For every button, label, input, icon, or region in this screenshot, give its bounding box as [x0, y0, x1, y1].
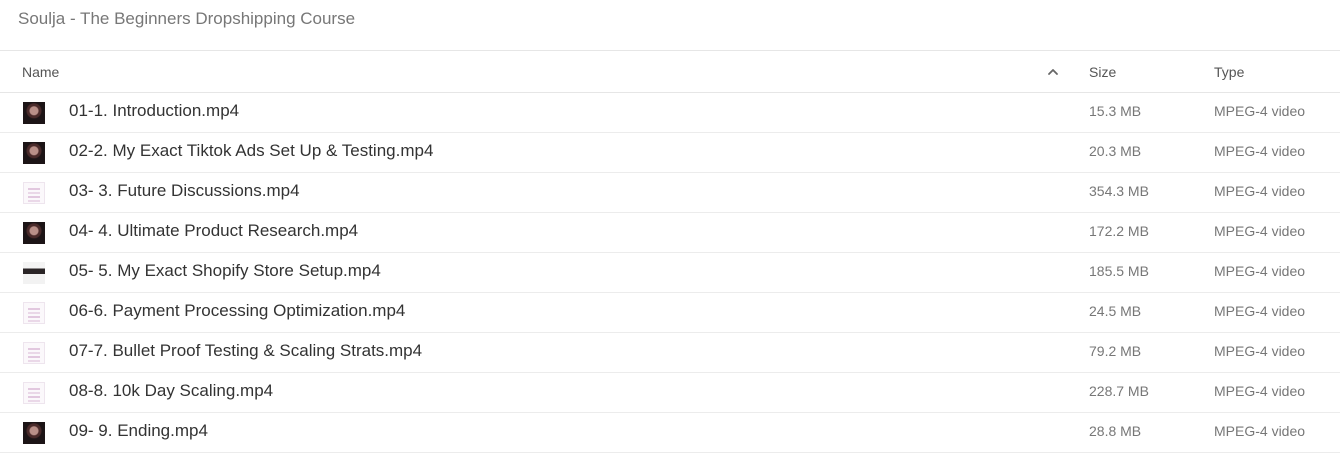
file-size: 24.5 MB — [1089, 303, 1142, 319]
file-type: MPEG-4 video — [1214, 183, 1306, 199]
table-row[interactable]: 01-1. Introduction.mp4 15.3 MB MPEG-4 vi… — [0, 93, 1340, 133]
video-thumbnail-icon — [23, 102, 45, 124]
file-list: 01-1. Introduction.mp4 15.3 MB MPEG-4 vi… — [0, 93, 1340, 453]
table-row[interactable]: 09- 9. Ending.mp4 28.8 MB MPEG-4 video — [0, 413, 1340, 453]
chevron-up-icon[interactable] — [1046, 65, 1060, 79]
file-type: MPEG-4 video — [1214, 223, 1306, 239]
file-size: 15.3 MB — [1089, 103, 1142, 119]
file-size: 172.2 MB — [1089, 223, 1149, 239]
video-thumbnail-icon — [23, 262, 45, 284]
table-row[interactable]: 02-2. My Exact Tiktok Ads Set Up & Testi… — [0, 133, 1340, 173]
file-name[interactable]: 09- 9. Ending.mp4 — [69, 421, 208, 441]
column-header-size[interactable]: Size — [1089, 64, 1116, 80]
file-size: 228.7 MB — [1089, 383, 1149, 399]
video-thumbnail-icon — [23, 382, 45, 404]
video-thumbnail-icon — [23, 422, 45, 444]
table-header: Name Size Type — [0, 51, 1340, 93]
file-type: MPEG-4 video — [1214, 263, 1306, 279]
file-type: MPEG-4 video — [1214, 143, 1306, 159]
table-row[interactable]: 05- 5. My Exact Shopify Store Setup.mp4 … — [0, 253, 1340, 293]
file-type: MPEG-4 video — [1214, 383, 1306, 399]
file-name[interactable]: 06-6. Payment Processing Optimization.mp… — [69, 301, 405, 321]
file-size: 354.3 MB — [1089, 183, 1149, 199]
file-name[interactable]: 01-1. Introduction.mp4 — [69, 101, 239, 121]
file-name[interactable]: 02-2. My Exact Tiktok Ads Set Up & Testi… — [69, 141, 433, 161]
file-name[interactable]: 04- 4. Ultimate Product Research.mp4 — [69, 221, 358, 241]
table-row[interactable]: 06-6. Payment Processing Optimization.mp… — [0, 293, 1340, 333]
video-thumbnail-icon — [23, 222, 45, 244]
file-size: 28.8 MB — [1089, 423, 1142, 439]
video-thumbnail-icon — [23, 182, 45, 204]
column-header-type[interactable]: Type — [1214, 64, 1244, 80]
column-header-name[interactable]: Name — [22, 64, 59, 80]
table-row[interactable]: 07-7. Bullet Proof Testing & Scaling Str… — [0, 333, 1340, 373]
file-type: MPEG-4 video — [1214, 343, 1306, 359]
table-row[interactable]: 04- 4. Ultimate Product Research.mp4 172… — [0, 213, 1340, 253]
file-name[interactable]: 07-7. Bullet Proof Testing & Scaling Str… — [69, 341, 422, 361]
file-name[interactable]: 05- 5. My Exact Shopify Store Setup.mp4 — [69, 261, 381, 281]
file-name[interactable]: 08-8. 10k Day Scaling.mp4 — [69, 381, 273, 401]
video-thumbnail-icon — [23, 142, 45, 164]
video-thumbnail-icon — [23, 302, 45, 324]
file-type: MPEG-4 video — [1214, 103, 1306, 119]
file-type: MPEG-4 video — [1214, 303, 1306, 319]
file-size: 20.3 MB — [1089, 143, 1142, 159]
file-name[interactable]: 03- 3. Future Discussions.mp4 — [69, 181, 300, 201]
file-size: 79.2 MB — [1089, 343, 1142, 359]
video-thumbnail-icon — [23, 342, 45, 364]
table-row[interactable]: 08-8. 10k Day Scaling.mp4 228.7 MB MPEG-… — [0, 373, 1340, 413]
file-size: 185.5 MB — [1089, 263, 1149, 279]
table-row[interactable]: 03- 3. Future Discussions.mp4 354.3 MB M… — [0, 173, 1340, 213]
breadcrumb[interactable]: Soulja - The Beginners Dropshipping Cour… — [18, 9, 355, 29]
file-type: MPEG-4 video — [1214, 423, 1306, 439]
